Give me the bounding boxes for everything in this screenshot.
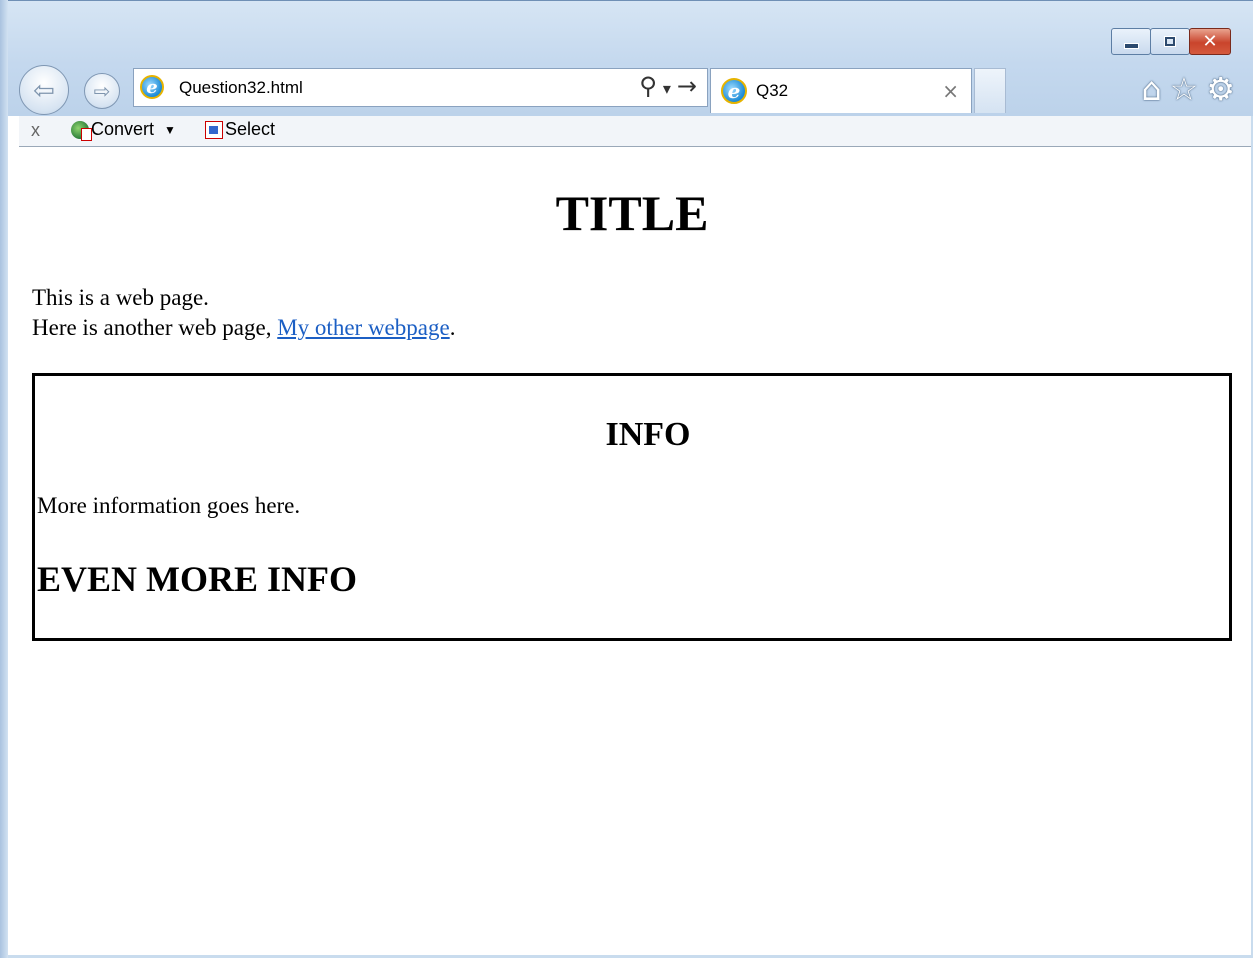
info-text: More information goes here. xyxy=(37,493,301,518)
convert-pdf-icon xyxy=(71,120,92,141)
other-webpage-link[interactable]: My other webpage xyxy=(277,315,449,340)
toolbar-close-button[interactable]: x xyxy=(31,120,40,141)
tab-q32[interactable]: e Q32 × xyxy=(710,68,972,113)
maximize-icon xyxy=(1164,36,1176,47)
new-tab-button[interactable] xyxy=(974,68,1006,113)
intro-line-2-suffix: . xyxy=(449,315,456,340)
address-tools: ⚲ ▾ → xyxy=(633,72,697,100)
window-border-left xyxy=(0,0,8,958)
tab-close-icon[interactable]: × xyxy=(942,79,959,103)
tab-title: Q32 xyxy=(756,81,789,100)
back-arrow-icon: ⇦ xyxy=(33,74,55,105)
browser-tools: ⌂ ☆ ⚙ xyxy=(1141,70,1235,108)
minimize-icon xyxy=(1123,42,1139,49)
forward-arrow-icon: ⇨ xyxy=(93,80,111,103)
convert-label: Convert xyxy=(91,119,155,139)
settings-gear-icon[interactable]: ⚙ xyxy=(1206,70,1235,108)
close-icon: ✕ xyxy=(1202,31,1218,52)
page-content: TITLE This is a web page. Here is anothe… xyxy=(19,148,1251,955)
info-box: INFO More information goes here. EVEN MO… xyxy=(32,373,1232,641)
ie-page-icon: e xyxy=(140,75,164,99)
favorites-star-icon[interactable]: ☆ xyxy=(1170,70,1199,108)
select-label: Select xyxy=(225,119,276,139)
close-window-button[interactable]: ✕ xyxy=(1189,28,1231,55)
window-controls: ✕ xyxy=(1111,28,1231,55)
info-heading: INFO xyxy=(605,416,691,453)
caret-down-icon[interactable]: ▼ xyxy=(164,123,176,137)
address-bar[interactable]: e Question32.html ⚲ ▾ → xyxy=(133,68,708,107)
back-button[interactable]: ⇦ xyxy=(19,65,69,115)
convert-button[interactable]: Convert ▼ xyxy=(71,119,176,141)
search-icon[interactable]: ⚲ xyxy=(639,72,657,100)
home-icon[interactable]: ⌂ xyxy=(1141,70,1161,108)
select-button[interactable]: Select xyxy=(205,119,275,140)
intro-text: This is a web page. Here is another web … xyxy=(32,283,455,343)
select-pdf-icon xyxy=(205,120,223,139)
command-bar: x Convert ▼ Select xyxy=(19,116,1251,147)
more-info-heading: EVEN MORE INFO xyxy=(37,559,358,599)
go-arrow-icon[interactable]: → xyxy=(677,72,697,100)
forward-button[interactable]: ⇨ xyxy=(84,73,120,109)
maximize-button[interactable] xyxy=(1150,28,1190,55)
intro-line-2-prefix: Here is another web page, xyxy=(32,315,278,340)
page-title: TITLE xyxy=(555,185,709,241)
intro-line-1: This is a web page. xyxy=(32,285,209,310)
ie-tab-icon: e xyxy=(721,78,747,104)
address-url[interactable]: Question32.html xyxy=(179,78,303,98)
dropdown-chevron-icon[interactable]: ▾ xyxy=(663,79,671,98)
minimize-button[interactable] xyxy=(1111,28,1151,55)
